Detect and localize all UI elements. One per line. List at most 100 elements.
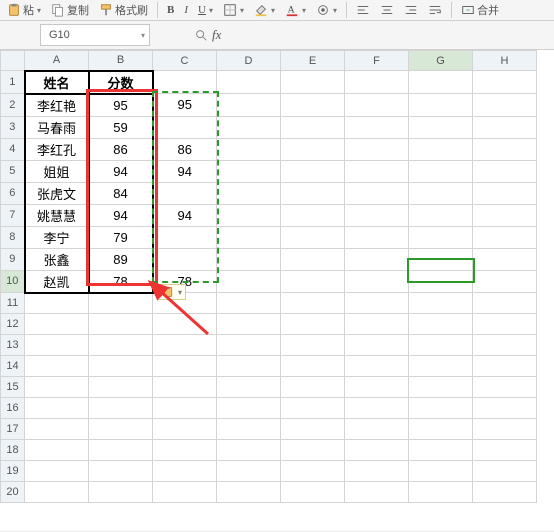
col-header-F[interactable]: F [345,51,409,71]
border-button[interactable]: ▾ [220,1,247,19]
cell-G2[interactable] [409,94,473,117]
cell-C6[interactable] [153,182,217,204]
cell-A6[interactable]: 张虎文 [25,182,89,204]
col-header-D[interactable]: D [217,51,281,71]
row-header-8[interactable]: 8 [1,226,25,248]
col-header-G[interactable]: G [409,51,473,71]
cell-D16[interactable] [217,398,281,419]
bold-button[interactable]: B [164,1,177,19]
cell-B16[interactable] [89,398,153,419]
cell-A13[interactable] [25,335,89,356]
cell-F19[interactable] [345,461,409,482]
cell-F8[interactable] [345,226,409,248]
cell-B17[interactable] [89,419,153,440]
row-header-11[interactable]: 11 [1,293,25,314]
cell-C8[interactable] [153,226,217,248]
cell-C1[interactable] [153,71,217,94]
name-box[interactable]: G10 ▾ [40,24,150,46]
cell-G14[interactable] [409,356,473,377]
cell-A12[interactable] [25,314,89,335]
cell-E2[interactable] [281,94,345,117]
row-header-14[interactable]: 14 [1,356,25,377]
cell-F20[interactable] [345,482,409,503]
formula-bar[interactable]: fx [194,27,225,43]
cell-G20[interactable] [409,482,473,503]
cell-F10[interactable] [345,270,409,293]
cell-B3[interactable]: 59 [89,116,153,138]
col-header-B[interactable]: B [89,51,153,71]
cell-F18[interactable] [345,440,409,461]
cell-G5[interactable] [409,160,473,182]
row-header-3[interactable]: 3 [1,116,25,138]
row-header-2[interactable]: 2 [1,94,25,117]
cell-D4[interactable] [217,138,281,160]
wrap-button[interactable] [425,1,445,19]
cell-C18[interactable] [153,440,217,461]
cell-A8[interactable]: 李宁 [25,226,89,248]
cell-E11[interactable] [281,293,345,314]
merge-button[interactable]: 合并 [458,1,502,19]
cell-D12[interactable] [217,314,281,335]
paste-options-button[interactable]: ▾ [158,284,186,300]
row-header-7[interactable]: 7 [1,204,25,226]
cell-B9[interactable]: 89 [89,248,153,270]
cell-G19[interactable] [409,461,473,482]
cell-F3[interactable] [345,116,409,138]
cell-F12[interactable] [345,314,409,335]
cell-D15[interactable] [217,377,281,398]
cell-D10[interactable] [217,270,281,293]
effects-button[interactable]: ▾ [313,1,340,19]
cell-A4[interactable]: 李红孔 [25,138,89,160]
cell-G9[interactable] [409,248,473,270]
cell-G17[interactable] [409,419,473,440]
cell-E7[interactable] [281,204,345,226]
align-center-button[interactable] [377,1,397,19]
cell-C16[interactable] [153,398,217,419]
cell-B8[interactable]: 79 [89,226,153,248]
cell-E3[interactable] [281,116,345,138]
cell-H4[interactable] [473,138,537,160]
cell-B11[interactable] [89,293,153,314]
cell-C13[interactable] [153,335,217,356]
cell-A16[interactable] [25,398,89,419]
cell-E12[interactable] [281,314,345,335]
cell-F5[interactable] [345,160,409,182]
cell-E13[interactable] [281,335,345,356]
col-header-C[interactable]: C [153,51,217,71]
cell-B14[interactable] [89,356,153,377]
cell-E14[interactable] [281,356,345,377]
cell-H10[interactable] [473,270,537,293]
cell-E6[interactable] [281,182,345,204]
cell-H19[interactable] [473,461,537,482]
cell-D6[interactable] [217,182,281,204]
cell-G12[interactable] [409,314,473,335]
cell-A3[interactable]: 马春雨 [25,116,89,138]
cell-A7[interactable]: 姚慧慧 [25,204,89,226]
cell-D3[interactable] [217,116,281,138]
cell-A2[interactable]: 李红艳 [25,94,89,117]
cell-G10[interactable] [409,270,473,293]
cell-H12[interactable] [473,314,537,335]
cell-A14[interactable] [25,356,89,377]
cell-F2[interactable] [345,94,409,117]
cell-A15[interactable] [25,377,89,398]
cell-D20[interactable] [217,482,281,503]
row-header-20[interactable]: 20 [1,482,25,503]
cell-E4[interactable] [281,138,345,160]
cell-H8[interactable] [473,226,537,248]
grid-area[interactable]: ABCDEFGH1姓名分数2李红艳95953马春雨594李红孔86865姐姐94… [0,50,554,530]
cell-H15[interactable] [473,377,537,398]
cell-D1[interactable] [217,71,281,94]
cell-C19[interactable] [153,461,217,482]
align-left-button[interactable] [353,1,373,19]
cell-H5[interactable] [473,160,537,182]
cell-A17[interactable] [25,419,89,440]
cell-A18[interactable] [25,440,89,461]
cell-A19[interactable] [25,461,89,482]
cell-B6[interactable]: 84 [89,182,153,204]
cell-F11[interactable] [345,293,409,314]
fill-color-button[interactable]: ▾ [251,1,278,19]
align-right-button[interactable] [401,1,421,19]
row-header-4[interactable]: 4 [1,138,25,160]
font-color-button[interactable]: A▾ [282,1,309,19]
